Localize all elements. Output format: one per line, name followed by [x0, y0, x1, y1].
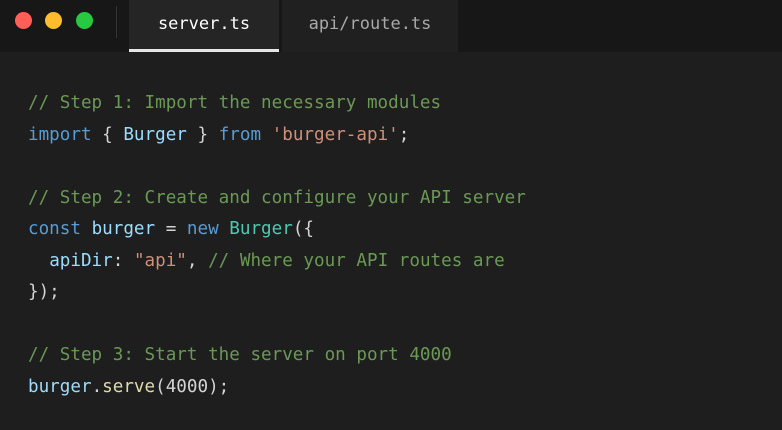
code-punctuation: } — [186, 124, 219, 145]
code-line-7: }); — [28, 277, 526, 309]
minimize-window-button[interactable] — [45, 12, 62, 29]
code-comment: // Where your API routes are — [208, 250, 505, 271]
code-punctuation: , — [186, 250, 209, 271]
code-punctuation: . — [91, 376, 103, 397]
code-identifier: Burger — [123, 124, 187, 145]
code-line-4: // Step 2: Create and configure your API… — [28, 183, 526, 215]
code-string: 'burger-api' — [271, 124, 399, 145]
code-identifier: burger — [91, 219, 156, 239]
code-line-5: const burger = new Burger({ — [28, 214, 526, 246]
code-punctuation: : — [112, 250, 134, 271]
code-comment: // Step 2: Create and configure your API… — [28, 187, 526, 208]
code-punctuation: }); — [28, 282, 60, 302]
code-keyword: new — [186, 219, 219, 239]
code-comment: // Step 3: Start the server on port 4000 — [28, 345, 452, 365]
code-keyword: const — [28, 219, 81, 239]
code-identifier: burger — [28, 376, 92, 397]
code-punctuation: { — [91, 124, 124, 145]
code-punctuation: ( — [155, 376, 166, 397]
code-class-name: Burger — [229, 219, 293, 239]
code-property: apiDir — [49, 250, 113, 271]
code-keyword: from — [218, 124, 262, 145]
close-window-button[interactable] — [15, 12, 32, 29]
code-line-10: burger.serve(4000); — [28, 372, 526, 404]
code-comment: // Step 1: Import the necessary modules — [28, 93, 442, 113]
title-bar: server.ts api/route.ts — [0, 0, 782, 52]
code-line-6: apiDir: "api", // Where your API routes … — [28, 246, 526, 278]
code-number: 4000 — [165, 376, 209, 397]
code-line-9: // Step 3: Start the server on port 4000 — [28, 340, 526, 372]
maximize-window-button[interactable] — [76, 12, 93, 29]
code-line-1: // Step 1: Import the necessary modules — [28, 88, 526, 120]
tab-api-route-ts[interactable]: api/route.ts — [282, 0, 458, 52]
code-punctuation: = — [155, 219, 187, 239]
code-punctuation: ); — [208, 376, 230, 397]
code-editor[interactable]: // Step 1: Import the necessary modules … — [28, 88, 526, 403]
code-line-2: import { Burger } from 'burger-api'; — [28, 120, 526, 152]
tab-server-ts[interactable]: server.ts — [129, 0, 279, 52]
titlebar-divider — [116, 6, 117, 38]
code-keyword: import — [28, 124, 92, 145]
code-punctuation: ({ — [292, 219, 315, 239]
code-string: "api" — [133, 250, 187, 271]
code-window: server.ts api/route.ts // Step 1: Import… — [0, 0, 782, 430]
code-method: serve — [102, 376, 156, 397]
code-punctuation: ; — [398, 124, 410, 145]
